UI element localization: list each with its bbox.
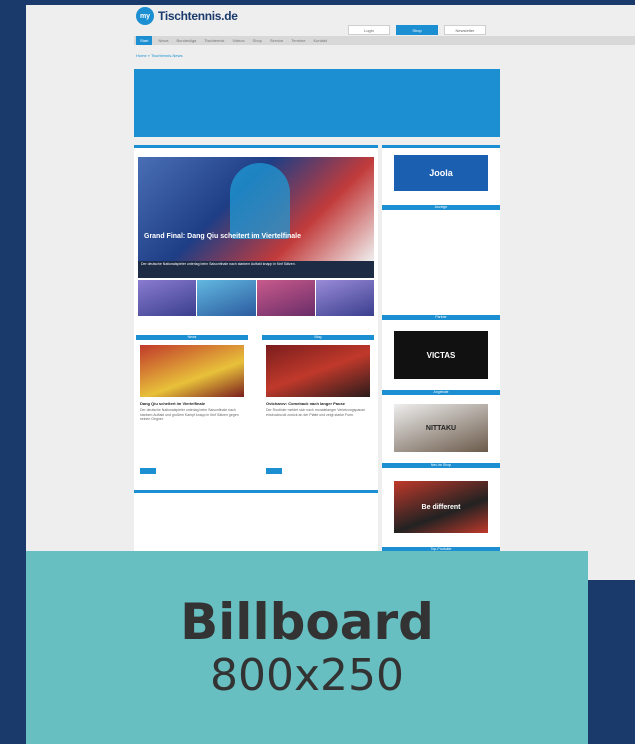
shop-button[interactable]: Shop	[396, 25, 438, 35]
hero-caption: Der deutsche Nationalspieler unterlag be…	[138, 261, 374, 278]
article-teaser: Der deutsche Nationalspieler unterlag be…	[140, 408, 239, 421]
hero-thumbnails	[138, 280, 374, 316]
ad-format-size: 800x250	[209, 649, 404, 701]
nav-item-videos[interactable]: Videos	[230, 38, 246, 43]
victas-ad[interactable]: VICTAS	[394, 331, 488, 379]
ad-format-title: Billboard	[180, 592, 434, 651]
nav-item-shop[interactable]: Shop	[251, 38, 264, 43]
breadcrumb[interactable]: Home » Tischtennis-News	[136, 53, 182, 58]
player-figure	[230, 163, 290, 239]
nav-item-termine[interactable]: Termine	[289, 38, 307, 43]
nav-item-service[interactable]: Service	[268, 38, 285, 43]
thumbnail[interactable]	[138, 280, 197, 316]
hero-title[interactable]: Grand Final: Dang Qiu scheitert im Viert…	[144, 233, 344, 241]
thumbnail[interactable]	[197, 280, 256, 316]
nav-item-bundesliga[interactable]: Bundesliga	[174, 38, 198, 43]
nav-item-start[interactable]: Start	[136, 36, 153, 45]
billboard-ad-slot[interactable]	[134, 69, 500, 137]
thumbnail[interactable]	[256, 280, 315, 316]
nav-item-news[interactable]: News	[156, 38, 170, 43]
nav-item-tischtennis[interactable]: Tischtennis	[202, 38, 226, 43]
nav-item-kontakt[interactable]: Kontakt	[311, 38, 329, 43]
ad-format-label: Billboard 800x250	[26, 551, 588, 744]
joola-ad[interactable]: Joola	[394, 155, 488, 191]
article-title[interactable]: Dang Qiu scheitert im Viertelfinale	[140, 401, 244, 406]
main-nav: Start News Bundesliga Tischtennis Videos…	[134, 36, 635, 45]
blog-column: Blog Ovtcharov: Comeback nach langer Pau…	[262, 335, 374, 485]
column-header: News	[136, 335, 248, 340]
newsletter-button[interactable]: Newsletter	[444, 25, 486, 35]
login-button[interactable]: Login	[348, 25, 390, 35]
section-bar	[134, 145, 378, 148]
hero-image[interactable]: Grand Final: Dang Qiu scheitert im Viert…	[138, 157, 374, 261]
read-more-button[interactable]	[266, 468, 282, 474]
logo-text: Tischtennis.de	[158, 9, 238, 23]
article-image[interactable]	[266, 345, 370, 397]
section-divider	[134, 490, 378, 493]
column-header: Blog	[262, 335, 374, 340]
website-screenshot: my Tischtennis.de Login Shop Newsletter …	[26, 5, 635, 580]
be-different-ad[interactable]: Be different	[394, 481, 488, 533]
nittaku-ad[interactable]: NITTAKU	[394, 404, 488, 452]
news-column: News Dang Qiu scheitert im Viertelfinale…	[136, 335, 248, 485]
sidebar: Joola Anzeige Partner VICTAS Angebote NI…	[382, 145, 500, 555]
header-buttons: Login Shop Newsletter	[348, 25, 486, 35]
site-logo[interactable]: my Tischtennis.de	[136, 7, 238, 25]
widget-header: Anzeige	[382, 205, 500, 210]
article-title[interactable]: Ovtcharov: Comeback nach langer Pause	[266, 401, 370, 406]
sidebar-bar	[382, 145, 500, 148]
widget-header: Angebote	[382, 390, 500, 395]
main-content: Grand Final: Dang Qiu scheitert im Viert…	[134, 145, 378, 565]
article-image[interactable]	[140, 345, 244, 397]
logo-ball-icon: my	[136, 7, 154, 25]
widget-header: Neu im Shop	[382, 463, 500, 468]
widget-header: Partner	[382, 315, 500, 320]
thumbnail[interactable]	[315, 280, 374, 316]
read-more-button[interactable]	[140, 468, 156, 474]
article-teaser: Der Routinier meldet sich nach monatelan…	[266, 408, 366, 417]
